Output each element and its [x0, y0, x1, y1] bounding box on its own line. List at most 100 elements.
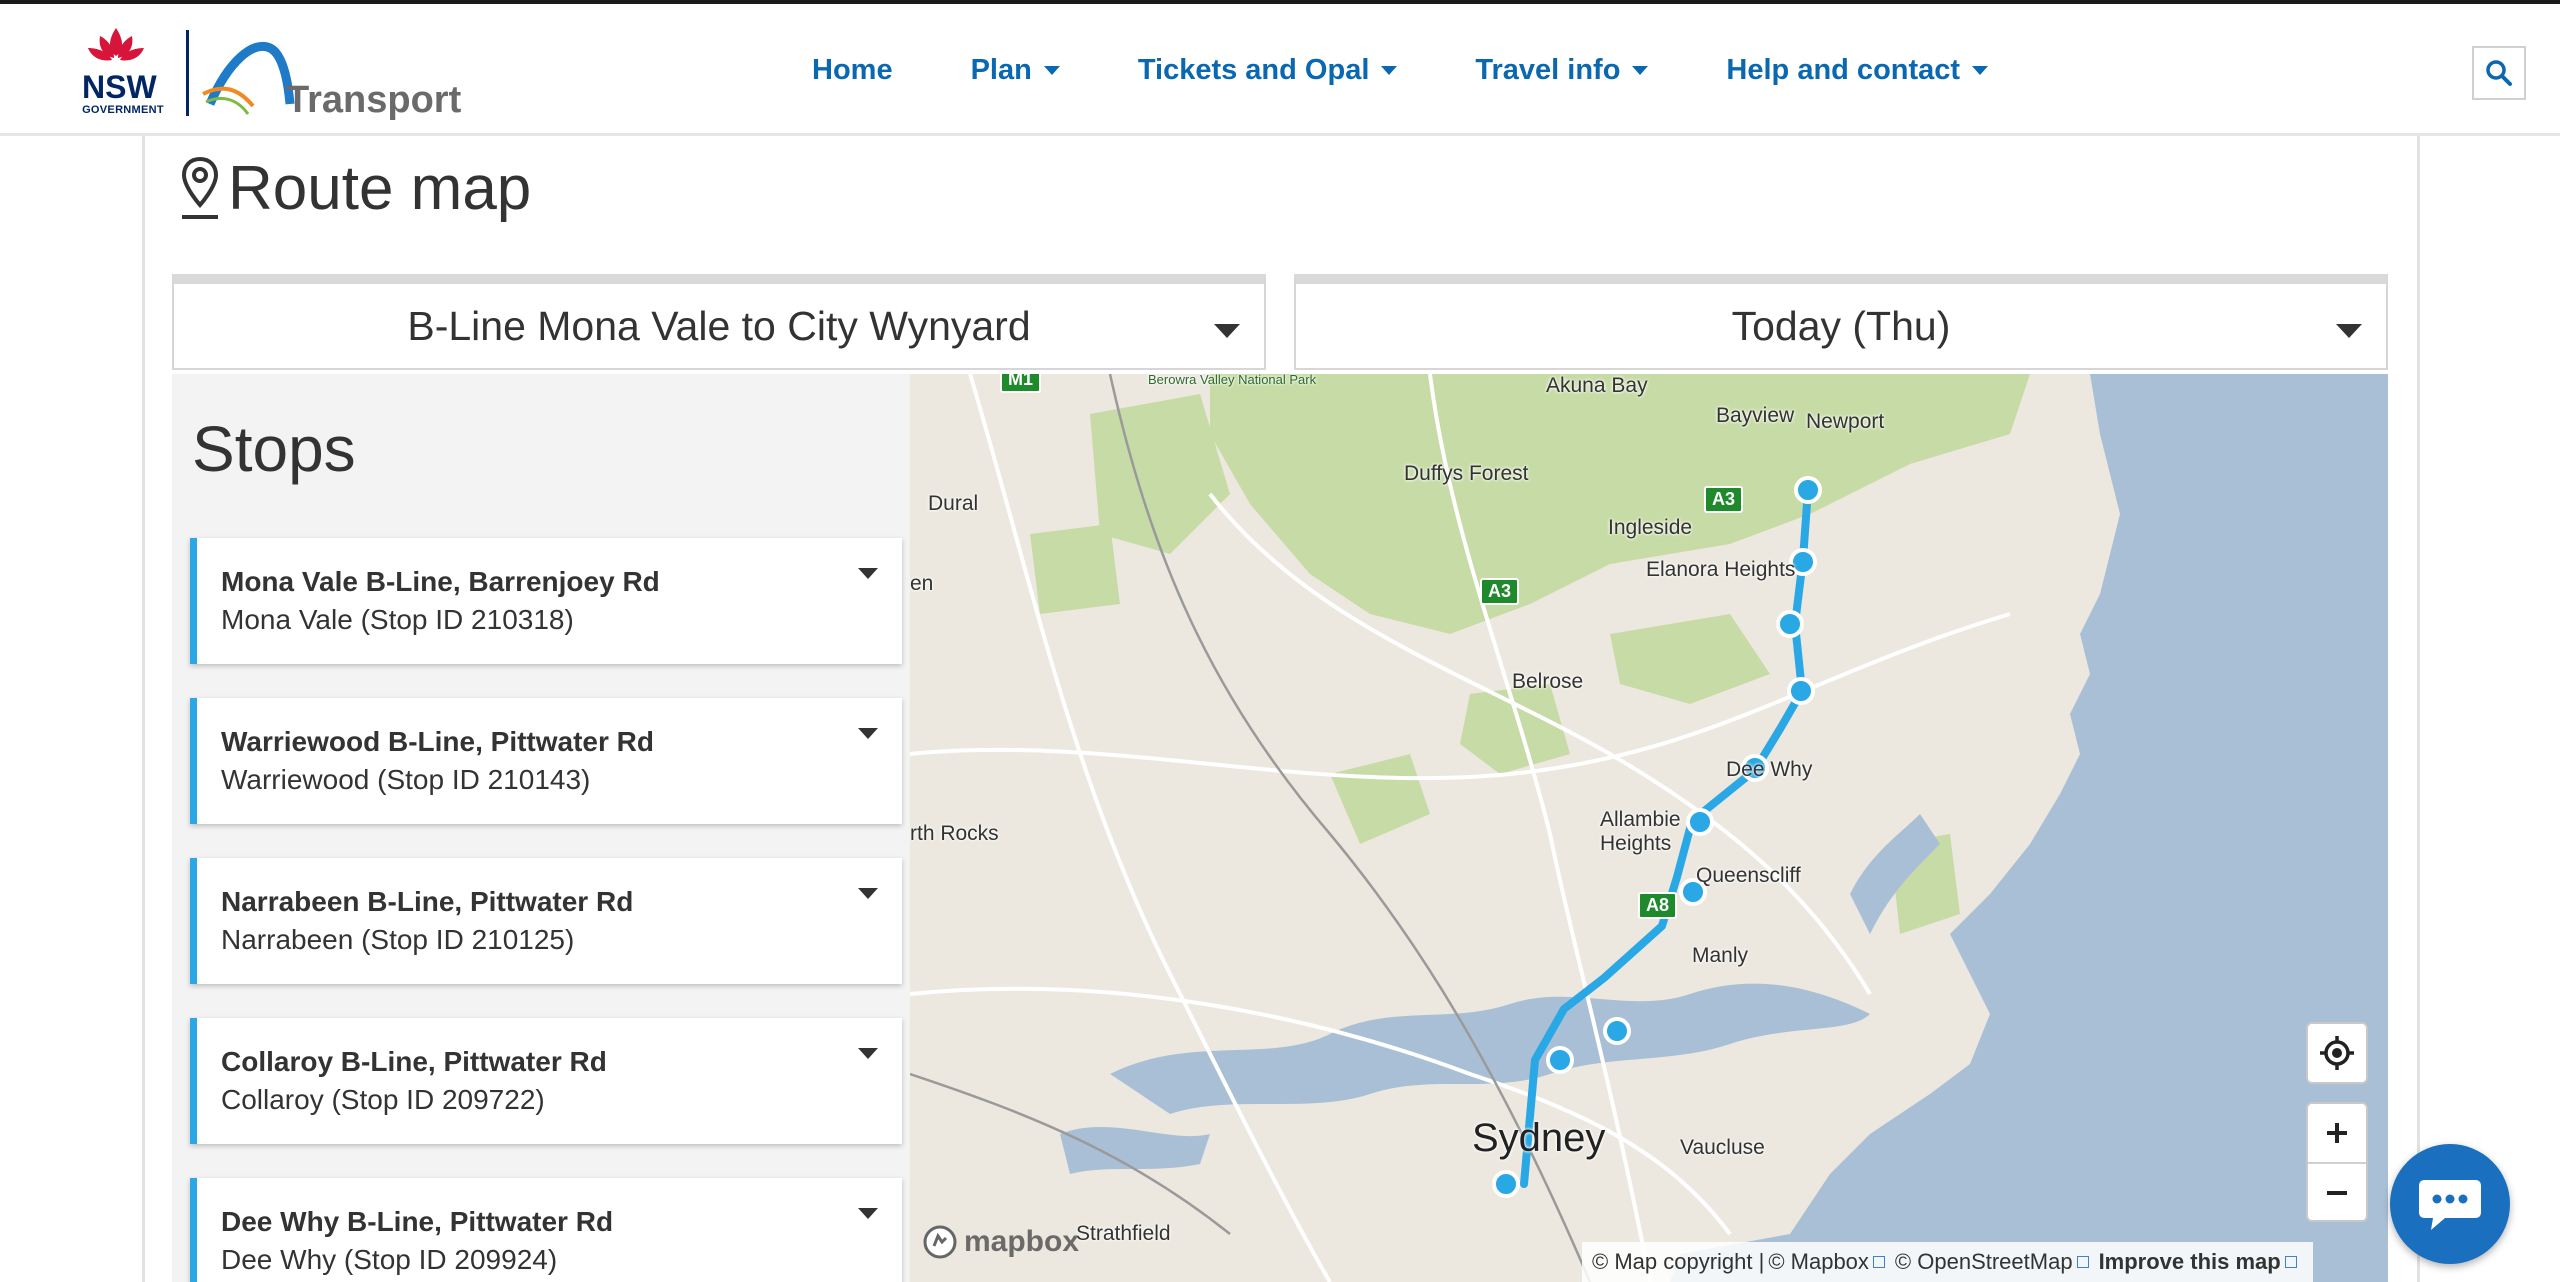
mapbox-logo[interactable]: mapbox	[922, 1224, 1079, 1260]
nav-home-label: Home	[812, 53, 893, 86]
map-label: Duffys Forest	[1404, 462, 1529, 485]
page-title-text: Route map	[228, 153, 532, 223]
site-header: NSW Transport GOVERNMENT Home Plan Ticke…	[0, 4, 2560, 136]
external-link-icon	[2284, 1256, 2297, 1268]
map-stop-marker	[1546, 1046, 1574, 1074]
chat-icon	[2419, 1180, 2481, 1230]
external-link-icon	[2076, 1256, 2089, 1268]
locate-button[interactable]	[2306, 1022, 2368, 1084]
stop-detail: Warriewood (Stop ID 210143)	[221, 764, 591, 795]
search-icon	[2486, 60, 2512, 86]
improve-map-link[interactable]: Improve this map	[2099, 1249, 2281, 1275]
stop-card[interactable]: Narrabeen B-Line, Pittwater Rd Narrabeen…	[190, 858, 902, 984]
date-select[interactable]: Today (Thu)	[1294, 274, 2388, 370]
stop-name: Collaroy B-Line, Pittwater Rd	[221, 1046, 607, 1077]
map-label-city: Sydney	[1472, 1116, 1606, 1160]
chevron-down-icon	[1381, 65, 1398, 75]
map-label: en	[910, 572, 934, 595]
nav-plan[interactable]: Plan	[971, 54, 1060, 87]
map-stop-marker	[1776, 610, 1804, 638]
route-select[interactable]: B-Line Mona Vale to City Wynyard	[172, 274, 1266, 370]
chevron-down-icon	[2336, 324, 2362, 338]
map-stop-marker	[1686, 808, 1714, 836]
map-label: Belrose	[1512, 670, 1584, 693]
government-label: GOVERNMENT	[82, 104, 164, 116]
nav-help-and-contact[interactable]: Help and contact	[1726, 53, 1989, 87]
road-shield: A8	[1638, 892, 1678, 919]
map-label: Akuna Bay	[1546, 374, 1648, 397]
stop-card[interactable]: Mona Vale B-Line, Barrenjoey Rd Mona Val…	[190, 538, 902, 664]
map-label: Berowra Valley National Park	[1148, 374, 1317, 387]
road-shield: A3	[1480, 578, 1520, 605]
nav-travel-info-label: Travel info	[1475, 53, 1621, 86]
search-button[interactable]	[2472, 46, 2526, 100]
zoom-out-button[interactable]	[2308, 1164, 2366, 1222]
chevron-down-icon	[1214, 324, 1240, 338]
route-select-value: B-Line Mona Vale to City Wynyard	[407, 302, 1031, 349]
map-label: Manly	[1692, 944, 1749, 967]
external-link-icon	[1872, 1256, 1885, 1268]
nav-home[interactable]: Home	[812, 54, 893, 87]
map-label: Dural	[928, 492, 979, 515]
zoom-in-icon	[2327, 1123, 2347, 1143]
chevron-down-icon	[1972, 65, 1989, 75]
nav-tickets-and-opal[interactable]: Tickets and Opal	[1138, 54, 1398, 87]
map-label: Bayview	[1716, 404, 1795, 427]
attribution-mapbox-link[interactable]: © Mapbox	[1768, 1249, 1869, 1275]
stop-name: Dee Why B-Line, Pittwater Rd	[221, 1206, 614, 1237]
stops-heading: Stops	[192, 413, 356, 485]
stop-detail: Dee Why (Stop ID 209924)	[221, 1244, 558, 1275]
svg-text:NSW: NSW	[82, 69, 157, 105]
stop-name: Mona Vale B-Line, Barrenjoey Rd	[221, 566, 660, 597]
attribution-copyright[interactable]: © Map copyright |	[1592, 1249, 1764, 1275]
stop-card[interactable]: Warriewood B-Line, Pittwater Rd Warriewo…	[190, 698, 902, 824]
stop-detail: Mona Vale (Stop ID 210318)	[221, 604, 574, 635]
attribution-osm-link[interactable]: © OpenStreetMap	[1895, 1249, 2073, 1275]
map-stop-marker	[1603, 1017, 1631, 1045]
waratah-icon	[88, 28, 144, 61]
map-pin-icon	[181, 156, 219, 219]
chevron-down-icon	[858, 728, 878, 739]
map-stop-marker	[1787, 677, 1815, 705]
nav-plan-label: Plan	[970, 53, 1032, 86]
map-label: Ingleside	[1608, 516, 1693, 539]
map-stop-marker	[1794, 476, 1822, 504]
map-label: Strathfield	[1076, 1222, 1171, 1245]
stop-detail: Collaroy (Stop ID 209722)	[221, 1084, 545, 1115]
stop-name: Warriewood B-Line, Pittwater Rd	[221, 726, 654, 757]
map-label: Newport	[1806, 410, 1885, 433]
locate-icon	[2320, 1036, 2354, 1070]
chevron-down-icon	[858, 1048, 878, 1059]
nav-travel-info[interactable]: Travel info	[1475, 53, 1649, 87]
stop-card[interactable]: Dee Why B-Line, Pittwater Rd Dee Why (St…	[190, 1178, 902, 1282]
route-map[interactable]: Berowra Valley National Park Akuna Bay B…	[910, 374, 2388, 1282]
stop-card[interactable]: Collaroy B-Line, Pittwater Rd Collaroy (…	[190, 1018, 902, 1144]
road-shield: M1	[1000, 374, 1042, 393]
zoom-in-button[interactable]	[2308, 1104, 2366, 1162]
brand-text: Transport	[286, 79, 462, 121]
nav-help-label: Help and contact	[1726, 53, 1961, 86]
nav-tickets-label: Tickets and Opal	[1137, 53, 1370, 86]
map-label: Vaucluse	[1680, 1136, 1765, 1159]
mapbox-wordmark: mapbox	[964, 1225, 1080, 1258]
map-label: Allambie Heights	[1600, 808, 1681, 855]
chevron-down-icon	[1632, 65, 1649, 75]
map-label: Dee Why	[1726, 758, 1813, 781]
main-nav: Home Plan Tickets and Opal Travel info H…	[812, 44, 2066, 96]
chevron-down-icon	[858, 888, 878, 899]
chevron-down-icon	[1043, 65, 1060, 75]
zoom-controls	[2306, 1102, 2368, 1222]
stop-name: Narrabeen B-Line, Pittwater Rd	[221, 886, 634, 917]
map-label: Queenscliff	[1696, 864, 1801, 887]
stop-detail: Narrabeen (Stop ID 210125)	[221, 924, 575, 955]
map-label: Elanora Heights	[1646, 558, 1796, 581]
date-select-value: Today (Thu)	[1731, 302, 1951, 349]
map-label: rth Rocks	[910, 822, 999, 845]
page-title: Route map	[180, 148, 531, 228]
chevron-down-icon	[858, 568, 878, 579]
stops-panel[interactable]: Stops Mona Vale B-Line, Barrenjoey Rd Mo…	[172, 374, 910, 1282]
road-shield: A3	[1704, 486, 1744, 513]
chat-button[interactable]	[2390, 1144, 2510, 1264]
map-attribution: © Map copyright | © Mapbox © OpenStreetM…	[1582, 1242, 2313, 1282]
chevron-down-icon	[858, 1208, 878, 1219]
